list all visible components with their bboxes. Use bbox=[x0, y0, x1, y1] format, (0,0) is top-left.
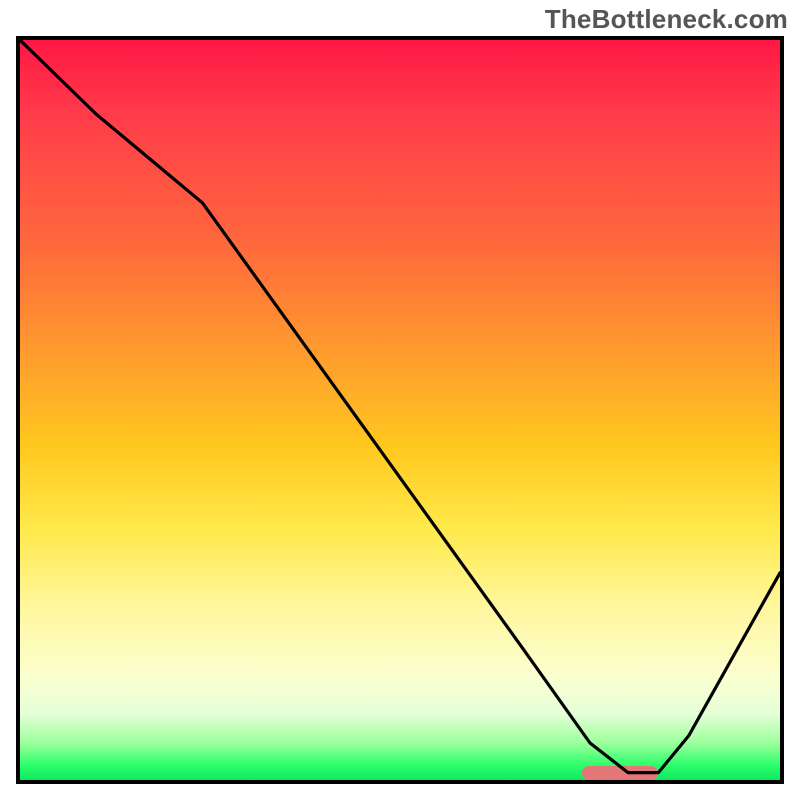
bottleneck-curve bbox=[20, 40, 780, 780]
watermark-text: TheBottleneck.com bbox=[545, 4, 788, 35]
curve-path bbox=[20, 40, 780, 773]
plot-area bbox=[16, 36, 784, 784]
chart-frame: TheBottleneck.com bbox=[0, 0, 800, 800]
